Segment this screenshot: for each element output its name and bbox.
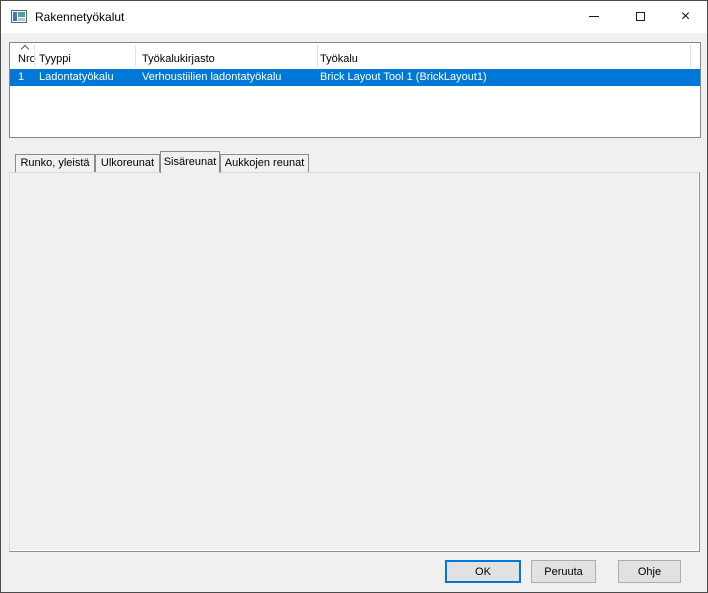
cell-kirjasto: Verhoustiilien ladontatyökalu <box>142 69 281 86</box>
maximize-button[interactable] <box>617 1 663 32</box>
cell-nro: 1 <box>18 69 24 86</box>
minimize-button[interactable] <box>571 1 617 32</box>
column-header-tyokalu[interactable]: Työkalu <box>320 53 358 65</box>
column-separator <box>690 45 691 67</box>
column-separator <box>135 45 136 67</box>
column-separator <box>34 45 35 67</box>
column-header-kirjasto[interactable]: Työkalukirjasto <box>142 53 215 65</box>
app-icon <box>11 9 27 25</box>
ok-button[interactable]: OK <box>445 560 521 583</box>
cancel-button[interactable]: Peruuta <box>531 560 596 583</box>
column-separator <box>317 45 318 67</box>
titlebar: Rakennetyökalut × <box>1 1 707 33</box>
minimize-icon <box>589 16 599 17</box>
cell-tyokalu: Brick Layout Tool 1 (BrickLayout1) <box>320 69 487 86</box>
tab-runko-yleista[interactable]: Runko, yleistä <box>15 154 95 172</box>
close-icon: × <box>681 9 690 25</box>
dialog-window: Rakennetyökalut × Nro Tyyppi Työkalukirj… <box>0 0 708 593</box>
cell-tyyppi: Ladontatyökalu <box>39 69 114 86</box>
column-header-tyyppi[interactable]: Tyyppi <box>39 53 71 65</box>
window-title: Rakennetyökalut <box>35 1 124 33</box>
close-button[interactable]: × <box>663 1 708 32</box>
table-row-selected[interactable]: 1 Ladontatyökalu Verhoustiilien ladontat… <box>10 69 700 86</box>
help-button[interactable]: Ohje <box>618 560 681 583</box>
maximize-icon <box>636 12 645 21</box>
sort-ascending-icon <box>21 45 29 53</box>
tab-sisareunat[interactable]: Sisäreunat <box>160 151 220 173</box>
tab-aukkojen-reunat[interactable]: Aukkojen reunat <box>220 154 309 172</box>
tool-list: Nro Tyyppi Työkalukirjasto Työkalu 1 Lad… <box>9 42 701 138</box>
tab-page-sisareunat <box>9 172 700 552</box>
tab-ulkoreunat[interactable]: Ulkoreunat <box>95 154 160 172</box>
